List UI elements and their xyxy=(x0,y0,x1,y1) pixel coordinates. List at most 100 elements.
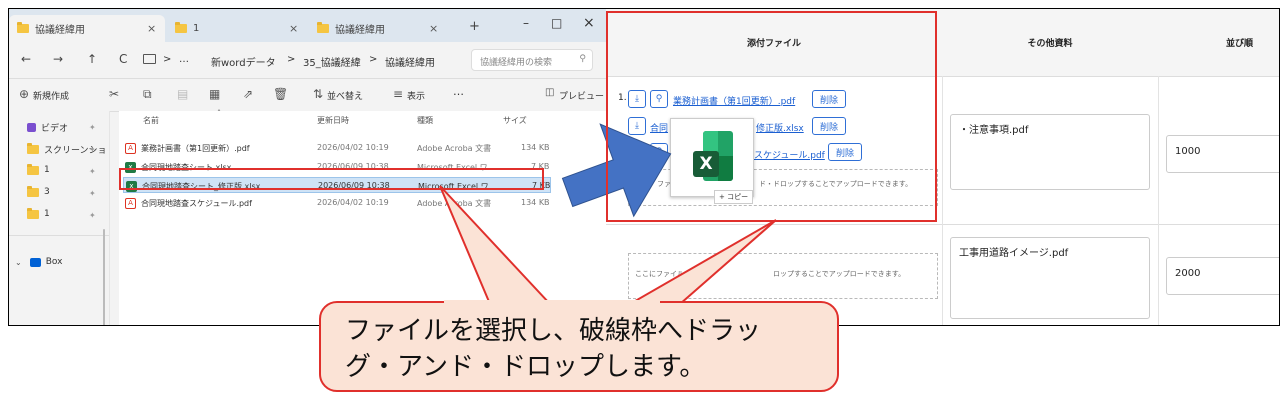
minimize-button[interactable]: – xyxy=(523,16,529,30)
sidebar-item-folder-3[interactable]: 3 xyxy=(27,185,50,197)
tab-explorer-3[interactable]: 協議経緯用 × xyxy=(309,15,459,42)
new-tab-button[interactable]: + xyxy=(469,19,480,34)
pin-icon: ✦ xyxy=(89,167,96,176)
sidebar-item-video[interactable]: ビデオ xyxy=(27,121,68,134)
file-row[interactable]: A 業務計画書（第1回更新）.pdf 2026/04/02 10:19 Adob… xyxy=(123,140,551,156)
sidebar-divider xyxy=(9,235,109,236)
column-header-order: 並び順 xyxy=(1158,9,1279,77)
cut-icon[interactable]: ✂ xyxy=(109,87,119,101)
column-header-size[interactable]: サイズ xyxy=(503,115,527,126)
preview-button[interactable]: プレビュー xyxy=(559,89,604,102)
tab-close-icon[interactable]: × xyxy=(147,22,156,35)
video-icon xyxy=(27,123,36,132)
breadcrumb-item[interactable]: 協議経緯用 xyxy=(385,54,435,69)
sidebar-scrollbar[interactable] xyxy=(103,229,105,325)
share-icon[interactable]: ⇗ xyxy=(243,87,253,101)
column-header-type[interactable]: 種類 xyxy=(417,115,433,126)
folder-icon xyxy=(27,207,39,219)
sidebar-item-folder-1b[interactable]: 1 xyxy=(27,207,50,219)
preview-pane-icon: ◫ xyxy=(545,87,555,98)
forward-arrow-icon[interactable]: → xyxy=(53,52,63,66)
folder-icon xyxy=(27,185,39,197)
callout-pointers xyxy=(439,185,777,305)
refresh-icon[interactable]: C xyxy=(119,52,127,66)
more-path-icon[interactable]: … xyxy=(179,54,189,65)
file-name: 業務計画書（第1回更新）.pdf xyxy=(141,144,250,153)
sidebar-item-folder-1[interactable]: 1 xyxy=(27,163,50,175)
back-arrow-icon[interactable]: ← xyxy=(21,52,31,66)
column-header-date[interactable]: 更新日時 xyxy=(317,115,349,126)
other-materials-field[interactable]: 工事用道路イメージ.pdf xyxy=(950,237,1150,319)
copy-icon[interactable]: ⧉ xyxy=(143,87,152,102)
close-window-button[interactable]: × xyxy=(583,15,595,31)
search-input[interactable]: 協議経緯用の検索 ⚲ xyxy=(471,49,593,71)
navigation-pane: ビデオ ✦ スクリーンショ ✦ 1 ✦ 3 ✦ 1 ✦ ⌄ Box xyxy=(9,111,110,325)
sidebar-item-label: Box xyxy=(45,257,63,267)
maximize-button[interactable]: □ xyxy=(551,16,562,30)
tab-close-icon[interactable]: × xyxy=(289,22,298,35)
sort-button[interactable]: 並べ替え xyxy=(327,89,363,102)
delete-icon[interactable]: 🗑 xyxy=(273,87,288,101)
file-name: 合同現地踏査スケジュール.pdf xyxy=(141,199,252,208)
callout-joint xyxy=(444,300,660,306)
other-materials-value: ・注意事項.pdf xyxy=(959,125,1029,136)
file-date: 2026/04/02 10:19 xyxy=(317,143,389,152)
breadcrumb-separator: > xyxy=(163,54,172,65)
tab-explorer-2[interactable]: 1 × xyxy=(167,15,307,42)
pdf-file-icon: A xyxy=(125,143,136,154)
pin-icon: ✦ xyxy=(89,145,96,154)
sidebar-item-box[interactable]: ⌄ Box xyxy=(15,257,62,267)
tab-label: 協議経緯用 xyxy=(335,25,385,36)
order-value: 2000 xyxy=(1175,268,1201,279)
callout-line-2: グ・アンド・ドロップします。 xyxy=(345,352,706,382)
address-row: ← → ↑ C > … 新wordデータ > 35_協議経緯 > 協議経緯用 協… xyxy=(9,42,606,79)
tab-label: 協議経緯用 xyxy=(35,25,85,36)
other-materials-field[interactable]: ・注意事項.pdf xyxy=(950,114,1150,190)
sidebar-item-label: スクリーンショ xyxy=(44,146,107,156)
order-field[interactable]: 1000 xyxy=(1166,135,1279,173)
breadcrumb-item[interactable]: 新wordデータ xyxy=(211,54,276,69)
up-arrow-icon[interactable]: ↑ xyxy=(87,52,97,66)
header-label: 並び順 xyxy=(1225,39,1253,49)
pin-icon: ✦ xyxy=(89,189,96,198)
view-icon: ≡ xyxy=(393,87,404,101)
tab-explorer-1[interactable]: 協議経緯用 × xyxy=(9,15,165,42)
paste-icon[interactable]: ▤ xyxy=(177,87,188,101)
chevron-down-icon: ⌄ xyxy=(15,257,22,267)
breadcrumb-separator: > xyxy=(287,54,296,65)
search-placeholder: 協議経緯用の検索 xyxy=(480,58,553,68)
order-field[interactable]: 2000 xyxy=(1166,257,1279,295)
column-divider xyxy=(942,76,943,325)
folder-icon xyxy=(27,163,39,175)
column-header-name[interactable]: 名前 xyxy=(143,115,159,126)
other-materials-value: 工事用道路イメージ.pdf xyxy=(959,248,1069,259)
sidebar-item-label: 1 xyxy=(44,209,50,219)
new-plus-icon: ⊕ xyxy=(19,87,30,101)
folder-icon xyxy=(175,22,187,33)
command-toolbar: ⊕ 新規作成 ✂ ⧉ ▤ ▦ ⇗ 🗑 ⇅ 並べ替え ≡ 表示 … ◫ プレビュー xyxy=(9,79,606,112)
file-type: Adobe Acroba 文書 xyxy=(417,144,492,153)
callout-line-1: ファイルを選択し、破線枠へドラッ xyxy=(345,316,762,346)
breadcrumb-item[interactable]: 35_協議経緯 xyxy=(303,54,361,69)
folder-icon xyxy=(317,22,329,33)
sidebar-item-label: 3 xyxy=(44,187,50,197)
rename-icon[interactable]: ▦ xyxy=(209,87,220,101)
view-button[interactable]: 表示 xyxy=(407,89,425,102)
pin-icon: ✦ xyxy=(89,211,96,220)
tab-close-icon[interactable]: × xyxy=(429,22,438,35)
more-options-button[interactable]: … xyxy=(453,85,464,98)
order-value: 1000 xyxy=(1175,146,1201,157)
search-icon: ⚲ xyxy=(579,54,586,64)
sidebar-item-label: ビデオ xyxy=(41,124,69,134)
tab-label: 1 xyxy=(193,23,200,34)
tab-bar: 協議経緯用 × 1 × 協議経緯用 × + – □ × xyxy=(9,9,606,42)
instruction-callout: ファイルを選択し、破線枠へドラッ グ・アンド・ドロップします。 xyxy=(319,301,839,392)
new-button[interactable]: 新規作成 xyxy=(33,89,69,102)
file-size: 134 KB xyxy=(521,143,550,152)
sidebar-item-label: 1 xyxy=(44,165,50,175)
folder-icon xyxy=(17,22,29,33)
file-date: 2026/04/02 10:19 xyxy=(317,198,389,207)
pdf-file-icon: A xyxy=(125,198,136,209)
header-label: その他資料 xyxy=(1027,39,1073,49)
monitor-icon[interactable] xyxy=(143,54,156,64)
